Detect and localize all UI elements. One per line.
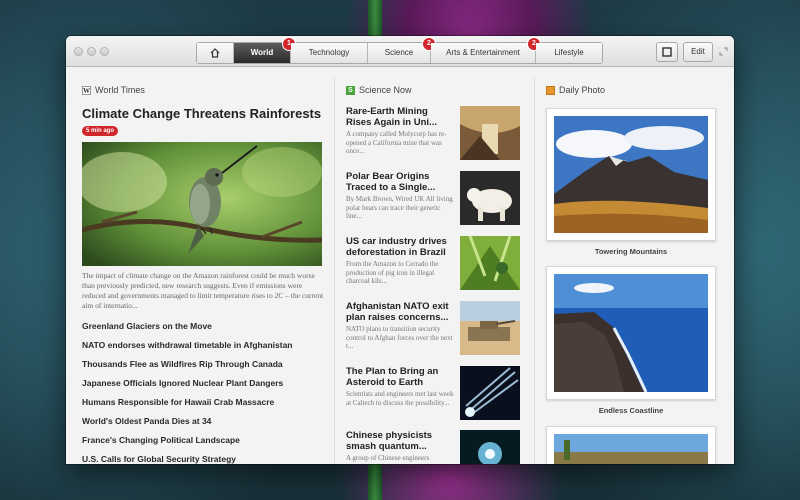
list-item[interactable]: The Plan to Bring an Asteroid to Earth S… <box>346 366 522 428</box>
article-title: Rare-Earth Mining Rises Again in Uni... <box>346 106 437 128</box>
world-times-logo-icon: W <box>82 85 91 95</box>
list-item[interactable]: Afghanistan NATO exit plan raises concer… <box>346 301 522 363</box>
edit-button[interactable]: Edit <box>683 42 713 62</box>
app-window: World 1 Technology Science 2 Arts & Ente… <box>66 36 734 464</box>
photo-caption: Endless Coastline <box>598 406 664 415</box>
list-item[interactable]: U.S. Calls for Global Security Strategy <box>82 454 332 464</box>
forest-thumbnail <box>460 236 520 290</box>
tab-arts-entertainment[interactable]: Arts & Entertainment 2 <box>431 38 540 63</box>
tab-label: Science <box>384 48 414 57</box>
feed-title: Daily Photo <box>559 85 606 95</box>
top-story-headline[interactable]: Climate Change Threatens Rainforests 5 m… <box>82 106 332 138</box>
science-now-logo-icon: S <box>346 85 355 95</box>
headline-text: Climate Change Threatens Rainforests <box>82 106 322 121</box>
flower-stem <box>368 0 382 40</box>
list-item[interactable]: NATO endorses withdrawal timetable in Af… <box>82 340 332 359</box>
article-title: US car industry drives deforestation in … <box>346 236 447 258</box>
world-headlines-list: Greenland Glaciers on the Move NATO endo… <box>82 321 332 464</box>
article-excerpt: A group of Chinese engineers <box>346 454 430 462</box>
fullscreen-icon[interactable] <box>719 47 728 56</box>
list-item[interactable]: US car industry drives deforestation in … <box>346 236 522 298</box>
daily-photo-header[interactable]: Daily Photo <box>546 85 605 95</box>
article-excerpt: By Mark Brown, Wired UK All living polar… <box>346 195 453 220</box>
hummingbird-photo[interactable] <box>82 142 322 266</box>
tab-label: Lifestyle <box>554 48 584 57</box>
layout-button[interactable] <box>656 42 678 62</box>
mountain-photo <box>554 116 708 233</box>
tab-lifestyle[interactable]: Lifestyle <box>536 43 602 63</box>
section-tabs: World 1 Technology Science 2 Arts & Ente… <box>196 38 603 64</box>
article-excerpt: A company called Molycorp has re-opened … <box>346 130 447 155</box>
photo-card[interactable] <box>546 426 716 464</box>
top-story-summary: The impact of climate change on the Amaz… <box>82 271 324 310</box>
list-item[interactable]: France's Changing Political Landscape <box>82 435 332 454</box>
article-excerpt: From the Amazon to Cerrado the productio… <box>346 260 439 285</box>
list-item[interactable]: Polar Bear Origins Traced to a Single...… <box>346 171 522 233</box>
quantum-thumbnail <box>460 430 520 464</box>
home-button[interactable] <box>197 43 234 63</box>
tank-thumbnail <box>460 301 520 355</box>
tab-label: World <box>250 48 274 57</box>
photo-card[interactable] <box>546 108 716 241</box>
tab-science[interactable]: Science 2 <box>368 38 435 63</box>
list-item[interactable]: Rare-Earth Mining Rises Again in Uni... … <box>346 106 522 168</box>
feed-title: World Times <box>95 85 145 95</box>
column-divider <box>534 78 535 464</box>
list-item[interactable]: Chinese physicists smash quantum... A gr… <box>346 430 522 464</box>
list-item[interactable]: World's Oldest Panda Dies at 34 <box>82 416 332 435</box>
list-item[interactable]: Greenland Glaciers on the Move <box>82 321 332 340</box>
daily-photo-logo-icon <box>546 85 555 95</box>
square-icon <box>662 47 672 57</box>
article-title: Polar Bear Origins Traced to a Single... <box>346 171 436 193</box>
minimize-window-button[interactable] <box>87 47 96 56</box>
list-item[interactable]: Humans Responsible for Hawaii Crab Massa… <box>82 397 332 416</box>
coastline-photo <box>554 274 708 392</box>
flower-stem <box>368 460 382 500</box>
list-item[interactable]: Japanese Officials Ignored Nuclear Plant… <box>82 378 332 397</box>
tab-label: Technology <box>308 48 350 57</box>
article-excerpt: Scientists and engineers met last week a… <box>346 390 454 407</box>
world-times-header[interactable]: W World Times <box>82 85 145 95</box>
mine-thumbnail <box>460 106 520 160</box>
article-excerpt: NATO plans to transition security contro… <box>346 325 453 350</box>
article-title: Chinese physicists smash quantum... <box>346 430 433 452</box>
toolbar: World 1 Technology Science 2 Arts & Ente… <box>66 36 734 67</box>
tab-world[interactable]: World 1 <box>234 38 295 63</box>
article-title: The Plan to Bring an Asteroid to Earth <box>346 366 439 388</box>
asteroid-thumbnail <box>460 366 520 420</box>
close-window-button[interactable] <box>74 47 83 56</box>
time-badge: 5 min ago <box>82 125 119 136</box>
home-icon <box>210 48 220 58</box>
list-item[interactable]: Thousands Flee as Wildfires Rip Through … <box>82 359 332 378</box>
tab-technology[interactable]: Technology <box>291 43 368 63</box>
photo-card[interactable] <box>546 266 716 400</box>
photo-caption: Towering Mountains <box>594 247 668 256</box>
tab-label: Arts & Entertainment <box>446 48 520 57</box>
feed-title: Science Now <box>359 85 412 95</box>
zoom-window-button[interactable] <box>100 47 109 56</box>
landscape-photo <box>554 434 708 464</box>
column-divider <box>334 78 335 464</box>
polar-bear-thumbnail <box>460 171 520 225</box>
science-now-header[interactable]: S Science Now <box>346 85 412 95</box>
article-title: Afghanistan NATO exit plan raises concer… <box>346 301 449 323</box>
